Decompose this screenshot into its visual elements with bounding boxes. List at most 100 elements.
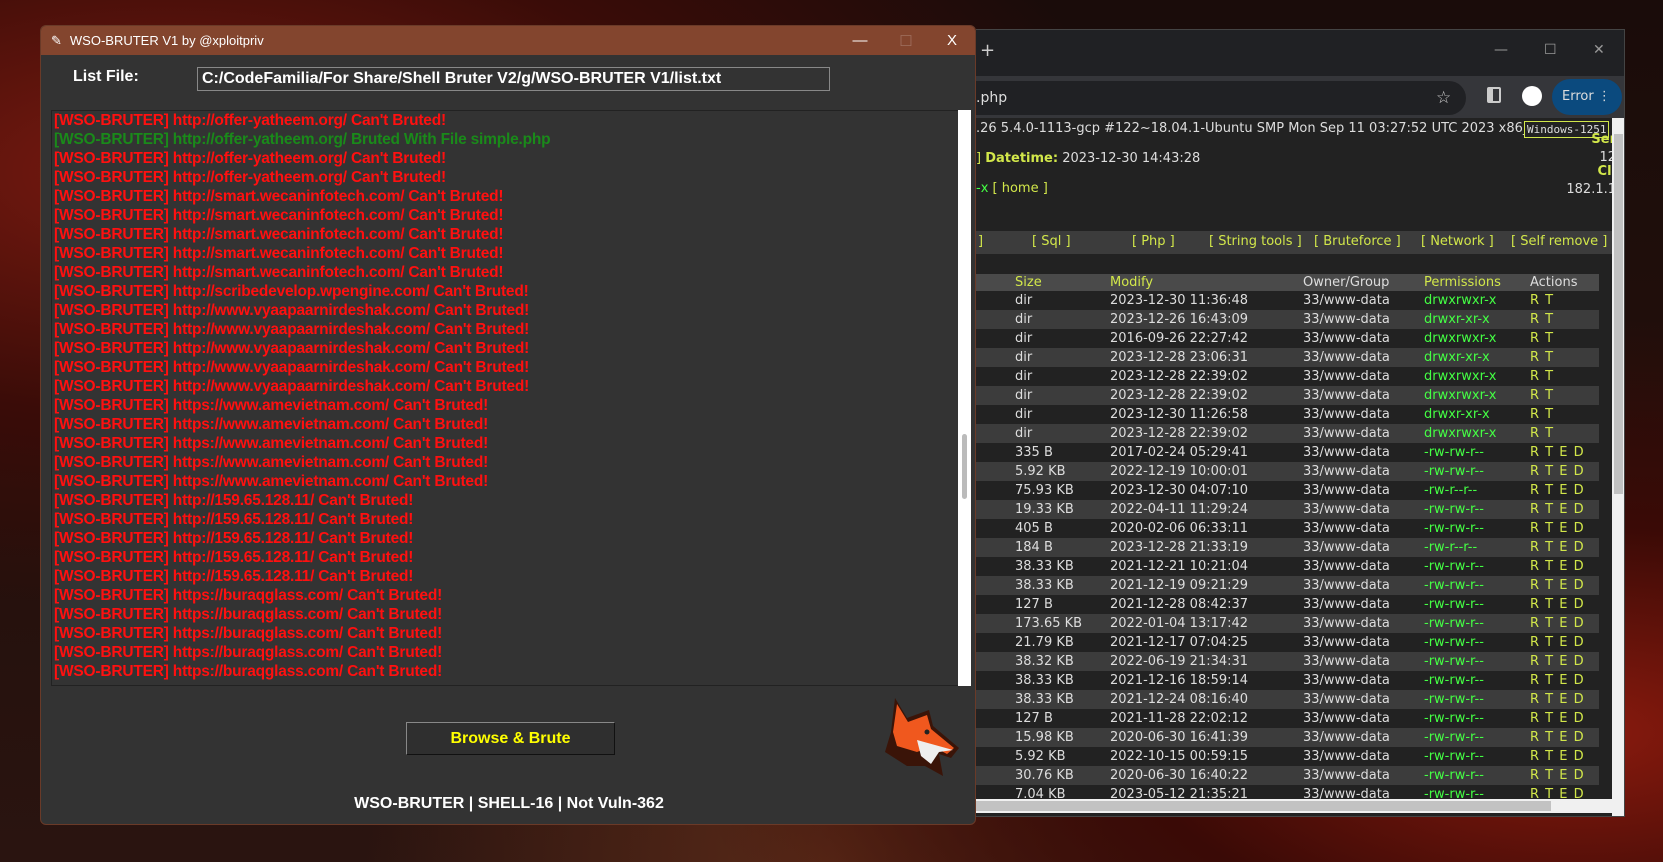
col-size[interactable]: Size bbox=[1015, 275, 1042, 290]
nav-string-tools[interactable]: [ String tools ] bbox=[1209, 234, 1302, 249]
address-bar[interactable]: .php bbox=[976, 81, 1466, 115]
table-row[interactable]: 75.93 KB 2023-12-30 04:07:10 33/www-data -r… bbox=[976, 481, 1599, 500]
file-permissions[interactable]: drwxrwxr-x bbox=[1424, 424, 1497, 443]
col-permissions[interactable]: Permissions bbox=[1424, 275, 1501, 290]
table-row[interactable]: 335 B 2017-02-24 05:29:41 33/www-data -rw-r… bbox=[976, 443, 1599, 462]
error-button[interactable]: Error ⋮ bbox=[1552, 79, 1622, 115]
file-actions[interactable]: R T bbox=[1530, 386, 1554, 405]
file-actions[interactable]: R T E D bbox=[1530, 519, 1585, 538]
table-row[interactable]: dir 2023-12-28 22:39:02 33/www-data drwxrwx… bbox=[976, 424, 1599, 443]
table-row[interactable]: 127 B 2021-12-28 08:42:37 33/www-data -rw-r… bbox=[976, 595, 1599, 614]
table-row[interactable]: 127 B 2021-11-28 22:02:12 33/www-data -rw-r… bbox=[976, 709, 1599, 728]
file-permissions[interactable]: -rw-rw-r-- bbox=[1424, 728, 1484, 747]
file-permissions[interactable]: -rw-rw-r-- bbox=[1424, 652, 1484, 671]
file-actions[interactable]: R T E D bbox=[1530, 614, 1585, 633]
file-actions[interactable]: R T bbox=[1530, 405, 1554, 424]
file-permissions[interactable]: drwxrwxr-x bbox=[1424, 329, 1497, 348]
table-row[interactable]: 30.76 KB 2020-06-30 16:40:22 33/www-data -r… bbox=[976, 766, 1599, 785]
file-actions[interactable]: R T E D bbox=[1530, 500, 1585, 519]
table-row[interactable]: 38.33 KB 2021-12-24 08:16:40 33/www-data -r… bbox=[976, 690, 1599, 709]
profile-icon[interactable] bbox=[1522, 86, 1542, 106]
list-file-input[interactable]: C:/CodeFamilia/For Share/Shell Bruter V2… bbox=[197, 67, 830, 91]
file-permissions[interactable]: -rw-rw-r-- bbox=[1424, 709, 1484, 728]
file-permissions[interactable]: -rw-rw-r-- bbox=[1424, 614, 1484, 633]
nav-sql[interactable]: [ Sql ] bbox=[1032, 234, 1071, 249]
nav-bruteforce[interactable]: [ Bruteforce ] bbox=[1314, 234, 1401, 249]
close-button[interactable]: X bbox=[929, 32, 975, 50]
file-actions[interactable]: R T E D bbox=[1530, 538, 1585, 557]
file-actions[interactable]: R T E D bbox=[1530, 728, 1585, 747]
table-row[interactable]: 184 B 2023-12-28 21:33:19 33/www-data -rw-r… bbox=[976, 538, 1599, 557]
page-horizontal-scrollbar[interactable] bbox=[976, 799, 1612, 813]
table-row[interactable]: 5.92 KB 2022-10-15 00:59:15 33/www-data -rw… bbox=[976, 747, 1599, 766]
table-row[interactable]: dir 2023-12-26 16:43:09 33/www-data drwxr-x… bbox=[976, 310, 1599, 329]
page-vertical-scrollbar[interactable] bbox=[1612, 118, 1624, 816]
browse-brute-button[interactable]: Browse & Brute bbox=[406, 722, 615, 755]
file-permissions[interactable]: -rw-rw-r-- bbox=[1424, 766, 1484, 785]
file-actions[interactable]: R T E D bbox=[1530, 766, 1585, 785]
maximize-button[interactable]: ☐ bbox=[1544, 42, 1557, 58]
file-actions[interactable]: R T bbox=[1530, 348, 1554, 367]
table-row[interactable]: 38.33 KB 2021-12-19 09:21:29 33/www-data -r… bbox=[976, 576, 1599, 595]
table-row[interactable]: dir 2016-09-26 22:27:42 33/www-data drwxrwx… bbox=[976, 329, 1599, 348]
file-actions[interactable]: R T E D bbox=[1530, 443, 1585, 462]
file-permissions[interactable]: -rw-rw-r-- bbox=[1424, 462, 1484, 481]
file-permissions[interactable]: -rw-rw-r-- bbox=[1424, 595, 1484, 614]
file-actions[interactable]: R T E D bbox=[1530, 652, 1585, 671]
file-permissions[interactable]: drwxrwxr-x bbox=[1424, 386, 1497, 405]
file-actions[interactable]: R T E D bbox=[1530, 557, 1585, 576]
file-permissions[interactable]: -rw-rw-r-- bbox=[1424, 633, 1484, 652]
table-row[interactable]: 38.33 KB 2021-12-21 10:21:04 33/www-data -r… bbox=[976, 557, 1599, 576]
file-permissions[interactable]: -rw-rw-r-- bbox=[1424, 671, 1484, 690]
home-link[interactable]: [ home ] bbox=[993, 181, 1048, 196]
table-row[interactable]: dir 2023-12-30 11:26:58 33/www-data drwxr-x… bbox=[976, 405, 1599, 424]
file-permissions[interactable]: -rw-rw-r-- bbox=[1424, 443, 1484, 462]
file-actions[interactable]: R T E D bbox=[1530, 595, 1585, 614]
table-row[interactable]: 38.33 KB 2021-12-16 18:59:14 33/www-data -r… bbox=[976, 671, 1599, 690]
file-actions[interactable]: R T E D bbox=[1530, 747, 1585, 766]
table-row[interactable]: 21.79 KB 2021-12-17 07:04:25 33/www-data -r… bbox=[976, 633, 1599, 652]
col-owner[interactable]: Owner/Group bbox=[1303, 275, 1389, 290]
file-permissions[interactable]: drwxrwxr-x bbox=[1424, 291, 1497, 310]
close-button[interactable]: ✕ bbox=[1593, 42, 1605, 58]
scroll-thumb[interactable] bbox=[1614, 134, 1623, 494]
table-row[interactable]: dir 2023-12-28 22:39:02 33/www-data drwxrwx… bbox=[976, 386, 1599, 405]
nav-php[interactable]: [ Php ] bbox=[1132, 234, 1175, 249]
scroll-thumb[interactable] bbox=[962, 434, 967, 499]
file-permissions[interactable]: drwxr-xr-x bbox=[1424, 405, 1490, 424]
file-permissions[interactable]: -rw-rw-r-- bbox=[1424, 519, 1484, 538]
file-permissions[interactable]: drwxr-xr-x bbox=[1424, 348, 1490, 367]
file-actions[interactable]: R T E D bbox=[1530, 481, 1585, 500]
table-row[interactable]: dir 2023-12-30 11:36:48 33/www-data drwxrwx… bbox=[976, 291, 1599, 310]
file-permissions[interactable]: -rw-r--r-- bbox=[1424, 538, 1477, 557]
file-permissions[interactable]: -rw-rw-r-- bbox=[1424, 500, 1484, 519]
file-actions[interactable]: R T bbox=[1530, 310, 1554, 329]
file-permissions[interactable]: -rw-rw-r-- bbox=[1424, 747, 1484, 766]
minimize-button[interactable]: — bbox=[837, 32, 883, 50]
file-permissions[interactable]: drwxrwxr-x bbox=[1424, 367, 1497, 386]
table-row[interactable]: 38.32 KB 2022-06-19 21:34:31 33/www-data -r… bbox=[976, 652, 1599, 671]
minimize-button[interactable]: — bbox=[1494, 42, 1508, 58]
nav-self-remove[interactable]: [ Self remove ] bbox=[1511, 234, 1607, 249]
nav-network[interactable]: [ Network ] bbox=[1421, 234, 1494, 249]
table-row[interactable]: 5.92 KB 2022-12-19 10:00:01 33/www-data -rw… bbox=[976, 462, 1599, 481]
side-panel-icon[interactable] bbox=[1487, 87, 1501, 103]
file-permissions[interactable]: drwxr-xr-x bbox=[1424, 310, 1490, 329]
table-row[interactable]: dir 2023-12-28 23:06:31 33/www-data drwxr-x… bbox=[976, 348, 1599, 367]
file-permissions[interactable]: -rw-rw-r-- bbox=[1424, 690, 1484, 709]
file-actions[interactable]: R T bbox=[1530, 424, 1554, 443]
file-actions[interactable]: R T E D bbox=[1530, 690, 1585, 709]
file-actions[interactable]: R T E D bbox=[1530, 633, 1585, 652]
table-row[interactable]: 405 B 2020-02-06 06:33:11 33/www-data -rw-r… bbox=[976, 519, 1599, 538]
col-modify[interactable]: Modify bbox=[1110, 275, 1153, 290]
file-permissions[interactable]: -rw-rw-r-- bbox=[1424, 557, 1484, 576]
scroll-thumb[interactable] bbox=[976, 801, 1551, 811]
bookmark-star-icon[interactable]: ☆ bbox=[1436, 88, 1451, 108]
file-permissions[interactable]: -rw-rw-r-- bbox=[1424, 576, 1484, 595]
table-row[interactable]: 19.33 KB 2022-04-11 11:29:24 33/www-data -r… bbox=[976, 500, 1599, 519]
log-output[interactable]: [WSO-BRUTER] http://offer-yatheem.org/ C… bbox=[51, 110, 959, 686]
table-row[interactable]: dir 2023-12-28 22:39:02 33/www-data drwxrwx… bbox=[976, 367, 1599, 386]
new-tab-button[interactable]: + bbox=[980, 40, 995, 61]
file-permissions[interactable]: -rw-r--r-- bbox=[1424, 481, 1477, 500]
file-actions[interactable]: R T bbox=[1530, 291, 1554, 310]
